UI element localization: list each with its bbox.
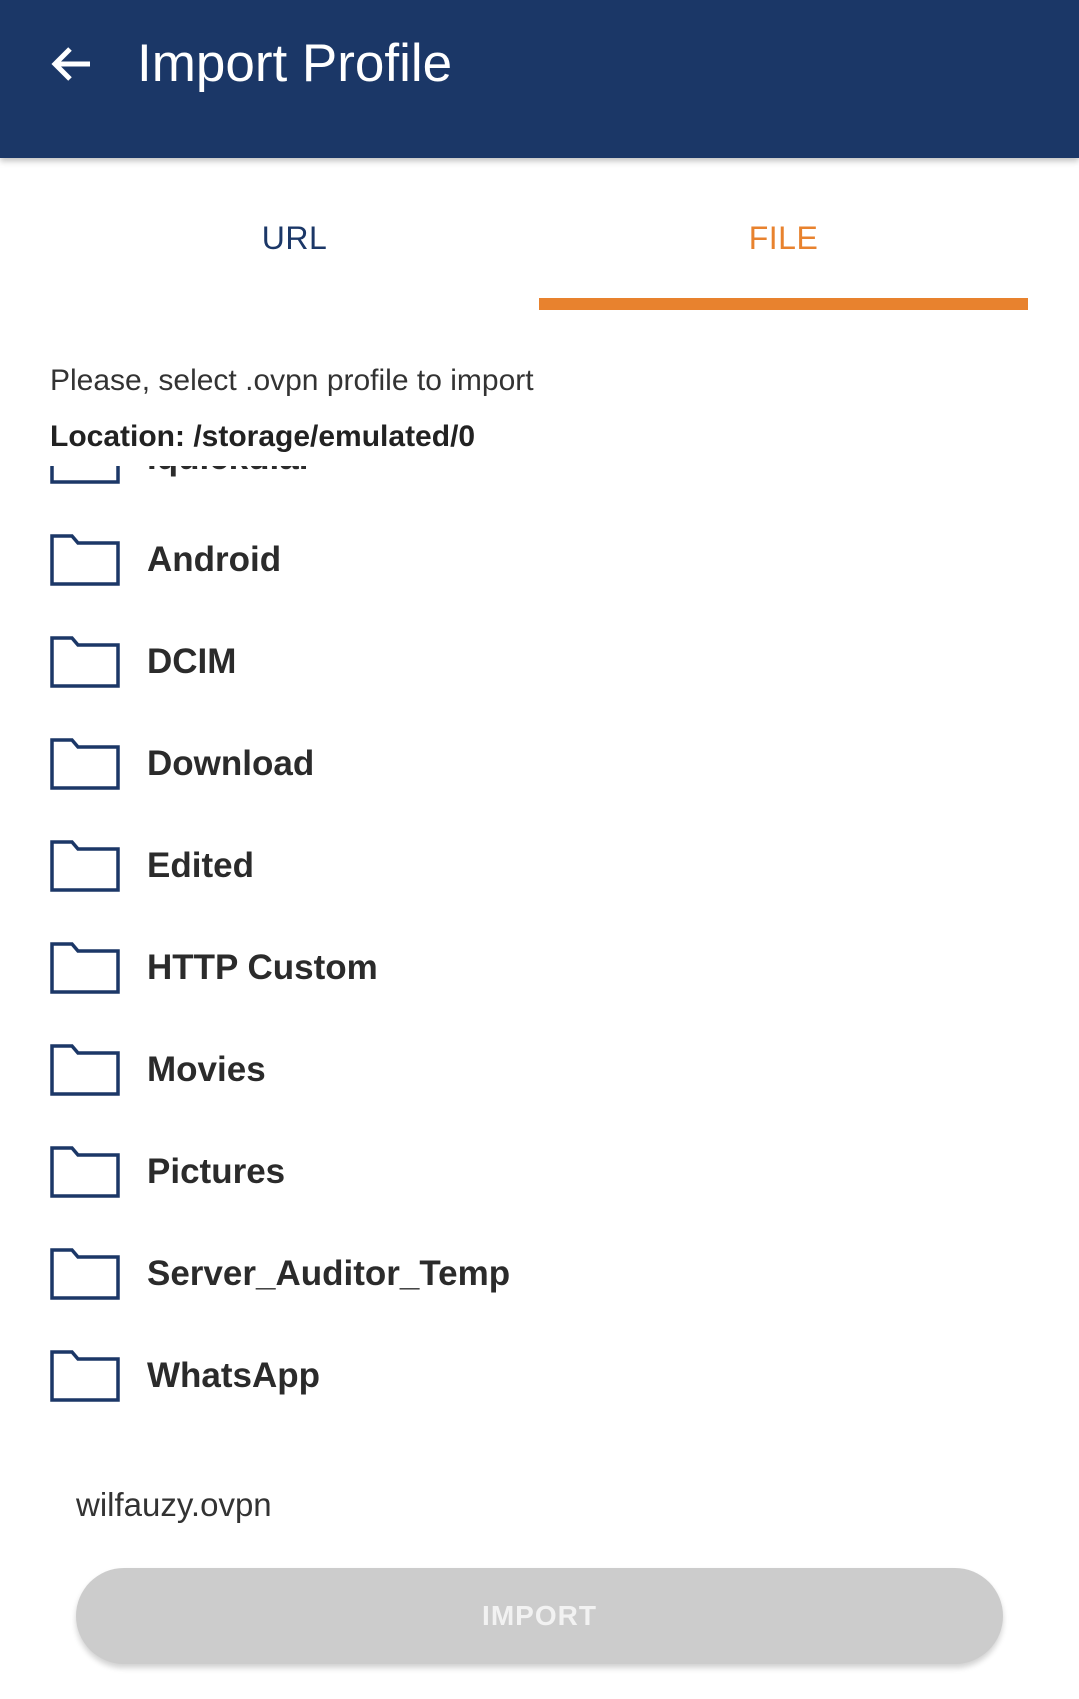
folder-name: .quickdial: [147, 466, 308, 484]
folder-icon: [50, 1350, 120, 1402]
tab-file-label: FILE: [748, 220, 819, 256]
arrow-left-icon: [51, 47, 90, 81]
folder-name: Pictures: [147, 1152, 286, 1191]
folder-name: Edited: [147, 846, 254, 885]
page-title: Import Profile: [137, 34, 453, 93]
folder-item-edited[interactable]: Edited: [0, 825, 1079, 927]
tab-url[interactable]: URL: [50, 158, 539, 312]
folder-icon: [50, 1146, 120, 1198]
folder-item-dcim[interactable]: DCIM: [0, 621, 1079, 723]
folder-name: WhatsApp: [147, 1356, 321, 1395]
folder-icon: [50, 534, 120, 586]
folder-item-http-custom[interactable]: HTTP Custom: [0, 927, 1079, 1029]
folder-icon: [50, 840, 120, 892]
folder-icon: [50, 1044, 120, 1096]
folder-name: Android: [147, 540, 282, 579]
tab-bar: URL FILE: [0, 158, 1079, 312]
import-button[interactable]: IMPORT: [76, 1568, 1003, 1664]
tab-url-label: URL: [261, 220, 328, 256]
folder-icon: [50, 1248, 120, 1300]
import-button-label: IMPORT: [482, 1600, 597, 1631]
folder-name: Download: [147, 744, 315, 783]
folder-item-android[interactable]: Android: [0, 519, 1079, 621]
folder-name: Movies: [147, 1050, 266, 1089]
folder-item-download[interactable]: Download: [0, 723, 1079, 825]
instruction-text: Please, select .ovpn profile to import: [50, 364, 534, 397]
selected-file-name: wilfauzy.ovpn: [76, 1486, 272, 1523]
folder-icon: [50, 738, 120, 790]
folder-item-server-auditor-temp[interactable]: Server_Auditor_Temp: [0, 1233, 1079, 1335]
tab-selected-indicator: [539, 298, 1028, 310]
folder-list[interactable]: .quickdial Android DCIM Download Edited …: [0, 466, 1079, 1466]
folder-item-movies[interactable]: Movies: [0, 1029, 1079, 1131]
tab-file[interactable]: FILE: [539, 158, 1028, 312]
folder-name: HTTP Custom: [147, 948, 378, 987]
folder-name: Server_Auditor_Temp: [147, 1254, 511, 1293]
folder-item-whatsapp[interactable]: WhatsApp: [0, 1335, 1079, 1437]
folder-item-quickdial[interactable]: .quickdial: [0, 466, 1079, 519]
folder-item-pictures[interactable]: Pictures: [0, 1131, 1079, 1233]
folder-name: DCIM: [147, 642, 237, 681]
folder-icon: [50, 636, 120, 688]
back-button[interactable]: [36, 28, 108, 100]
location-path: Location: /storage/emulated/0: [50, 420, 476, 453]
folder-icon: [50, 466, 120, 484]
folder-icon: [50, 942, 120, 994]
app-bar: Import Profile: [0, 0, 1079, 158]
